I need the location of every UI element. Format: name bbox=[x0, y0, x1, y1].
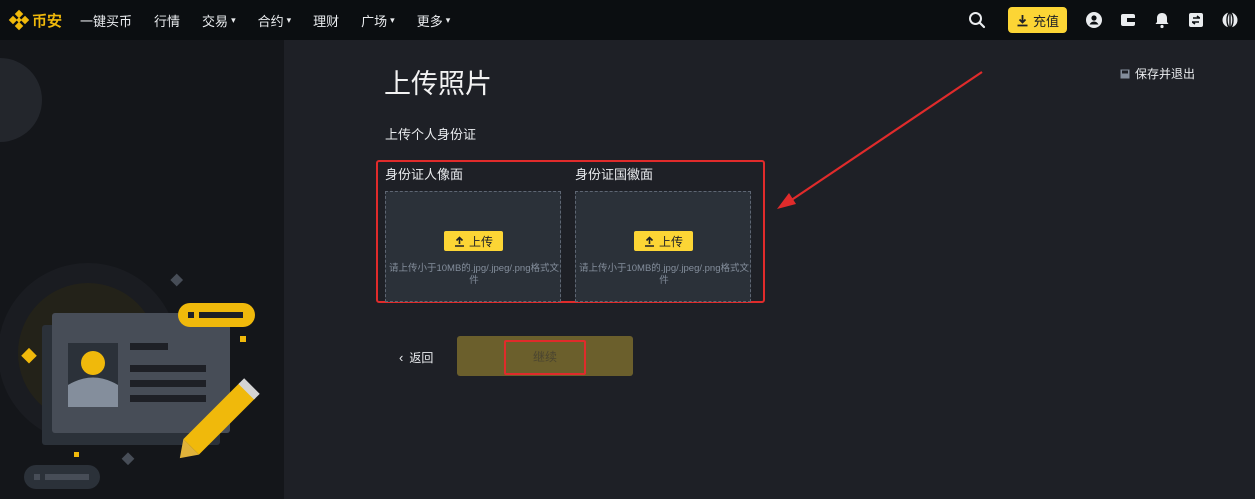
search-icon[interactable] bbox=[960, 0, 994, 40]
back-button[interactable]: ‹ 返回 bbox=[399, 349, 433, 366]
nav-item-square[interactable]: 广场 ▾ bbox=[361, 11, 395, 30]
wallet-icon[interactable] bbox=[1111, 0, 1145, 40]
chevron-down-icon: ▾ bbox=[390, 14, 395, 25]
main-nav: 一键买币 行情 交易 ▾ 合约 ▾ 理财 广场 ▾ 更多 ▾ bbox=[80, 11, 472, 30]
id-card-illustration bbox=[0, 58, 260, 489]
download-icon bbox=[1017, 14, 1028, 26]
id-back-upload-area[interactable]: 上传 请上传小于10MB的.jpg/.jpeg/.png格式文件 bbox=[575, 191, 751, 302]
top-navigation-bar: 币安 一键买币 行情 交易 ▾ 合约 ▾ 理财 广场 ▾ 更多 ▾ 充值 bbox=[0, 0, 1255, 40]
main-content: 上传照片 保存并退出 上传个人身份证 身份证人像面 身份证国徽面 上传 请上传小… bbox=[284, 40, 1255, 499]
upload-hint: 请上传小于10MB的.jpg/.jpeg/.png格式文件 bbox=[578, 263, 749, 286]
user-icon[interactable] bbox=[1077, 0, 1111, 40]
deposit-label: 充值 bbox=[1032, 13, 1059, 29]
nav-label: 交易 bbox=[202, 13, 229, 29]
brand-name: 币安 bbox=[32, 12, 63, 30]
chevron-down-icon: ▾ bbox=[445, 14, 451, 25]
binance-logo-icon bbox=[8, 9, 30, 31]
nav-label: 一键买币 bbox=[80, 13, 133, 29]
save-icon bbox=[1120, 69, 1130, 78]
id-back-label: 身份证国徽面 bbox=[575, 167, 654, 182]
nav-item-markets[interactable]: 行情 bbox=[154, 11, 180, 30]
nav-label: 理财 bbox=[313, 13, 340, 29]
nav-item-futures[interactable]: 合约 ▾ bbox=[258, 11, 292, 30]
deposit-button[interactable]: 充值 bbox=[1007, 7, 1067, 33]
header-tools: 充值 bbox=[960, 0, 1247, 40]
id-front-label: 身份证人像面 bbox=[385, 167, 464, 182]
section-title: 上传个人身份证 bbox=[385, 127, 477, 142]
nav-item-earn[interactable]: 理财 bbox=[313, 11, 339, 30]
chevron-down-icon: ▾ bbox=[231, 14, 236, 25]
upload-icon bbox=[454, 235, 464, 247]
illustration-panel bbox=[0, 40, 284, 499]
nav-label: 合约 bbox=[257, 13, 284, 29]
upload-button[interactable]: 上传 bbox=[444, 231, 503, 251]
upload-label: 上传 bbox=[468, 234, 493, 249]
continue-button[interactable]: 继续 bbox=[457, 336, 633, 376]
chevron-down-icon: ▾ bbox=[286, 14, 292, 25]
save-and-exit-button[interactable]: 保存并退出 bbox=[1120, 65, 1195, 82]
brand-logo[interactable]: 币安 bbox=[8, 9, 63, 31]
transfer-icon[interactable] bbox=[1179, 0, 1213, 40]
save-and-exit-label: 保存并退出 bbox=[1135, 67, 1196, 81]
id-front-upload-area[interactable]: 上传 请上传小于10MB的.jpg/.jpeg/.png格式文件 bbox=[385, 191, 561, 302]
upload-label: 上传 bbox=[658, 234, 683, 249]
upload-button[interactable]: 上传 bbox=[634, 231, 693, 251]
bell-icon[interactable] bbox=[1145, 0, 1179, 40]
continue-label: 继续 bbox=[532, 349, 557, 364]
nav-label: 行情 bbox=[154, 13, 181, 29]
nav-label: 更多 bbox=[416, 13, 443, 29]
nav-label: 广场 bbox=[361, 13, 388, 29]
upload-hint: 请上传小于10MB的.jpg/.jpeg/.png格式文件 bbox=[388, 263, 559, 286]
nav-item-more[interactable]: 更多 ▾ bbox=[417, 11, 451, 30]
globe-icon[interactable] bbox=[1213, 0, 1247, 40]
nav-item-trade[interactable]: 交易 ▾ bbox=[202, 11, 236, 30]
upload-icon bbox=[644, 235, 654, 247]
chevron-left-icon: ‹ bbox=[399, 350, 404, 365]
nav-item-buy-crypto[interactable]: 一键买币 bbox=[80, 11, 132, 30]
page-title: 上传照片 bbox=[384, 69, 492, 99]
back-label: 返回 bbox=[409, 351, 434, 365]
